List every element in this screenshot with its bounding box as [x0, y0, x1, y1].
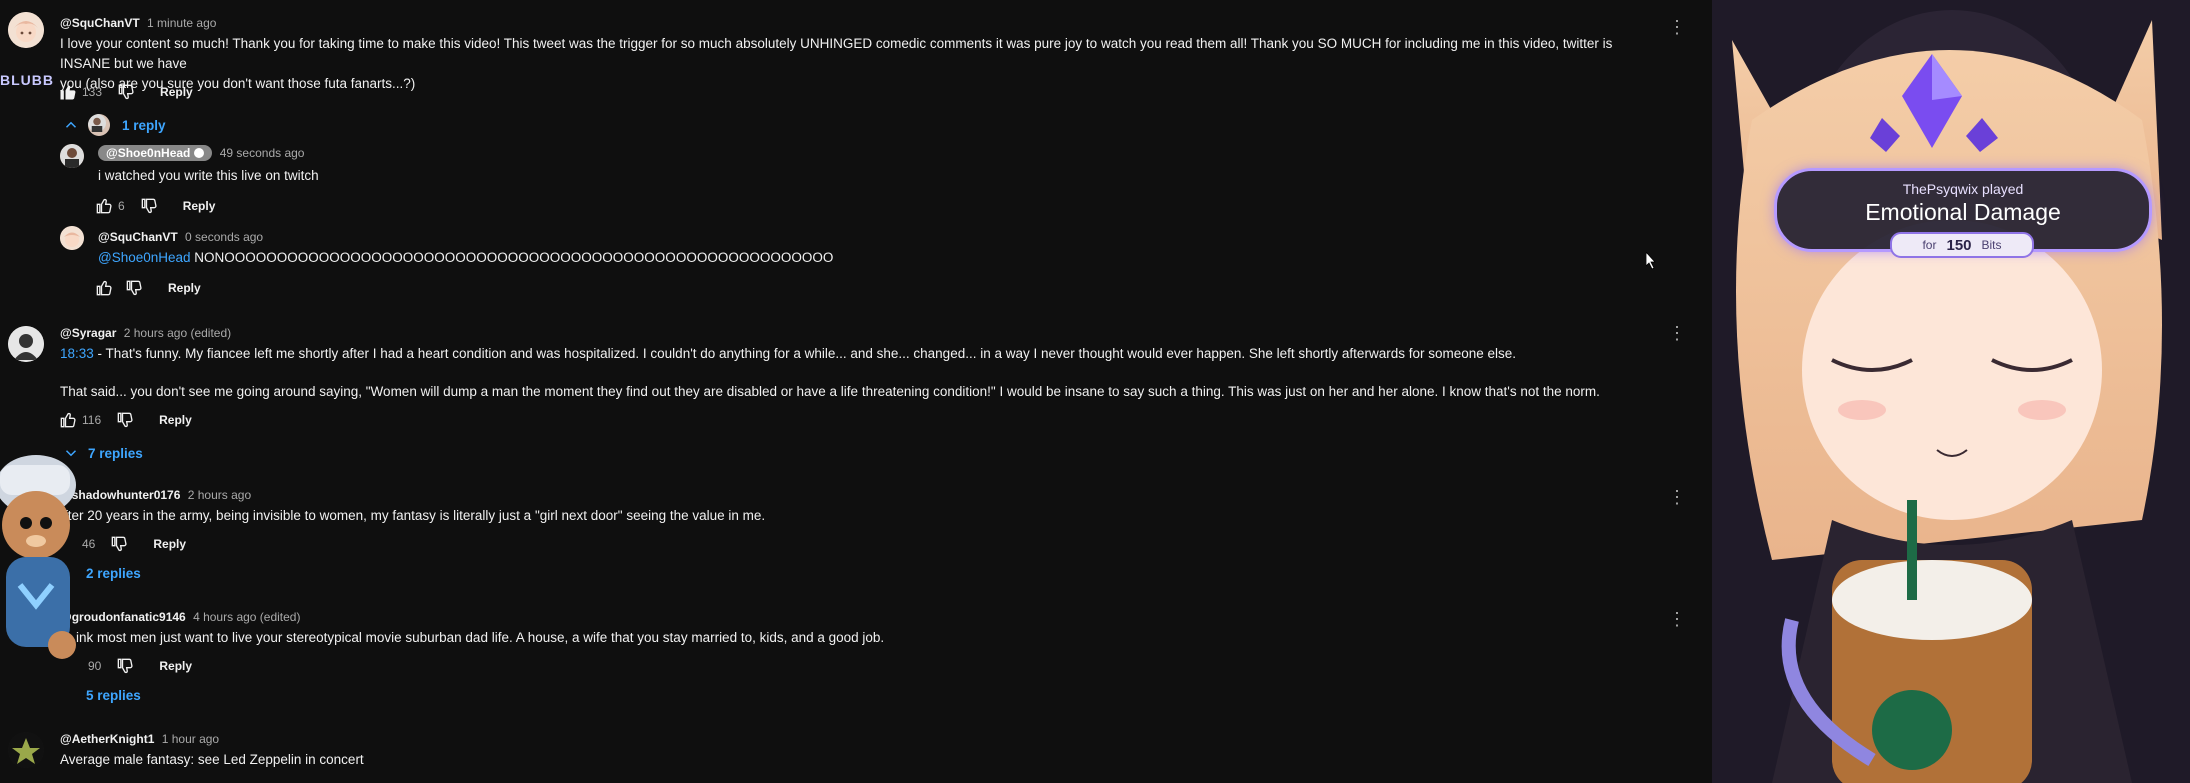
replies-toggle-label: 1 reply — [122, 117, 166, 133]
comment-actions: 90 Reply — [84, 654, 192, 678]
avatar[interactable] — [8, 12, 44, 48]
like-icon[interactable] — [94, 196, 114, 216]
dislike-icon[interactable] — [115, 656, 135, 676]
avatar[interactable] — [8, 326, 44, 362]
comment-timestamp[interactable]: 1 hour ago — [162, 732, 219, 746]
comments-section: @SquChanVT 1 minute ago I love your cont… — [0, 0, 1686, 783]
reply-button[interactable]: Reply — [183, 199, 216, 213]
comment-text: I love your content so much! Thank you f… — [60, 34, 1660, 94]
comment-text-line: That said... you don't see me going arou… — [60, 384, 1600, 399]
alert-subtitle: ThePsyqwix played — [1902, 181, 2024, 197]
like-count: 6 — [118, 199, 125, 213]
comment-text: ink most men just want to live your ster… — [76, 630, 885, 645]
timestamp-link[interactable]: 18:33 — [60, 346, 94, 361]
comment-actions: Reply — [94, 276, 201, 300]
comment-author[interactable]: @SquChanVT — [98, 230, 178, 244]
more-options-icon[interactable]: ⋮ — [1668, 610, 1686, 628]
crystal-crown-icon — [1870, 54, 1998, 152]
comment-author[interactable]: @SquChanVT — [60, 16, 140, 30]
avatar[interactable] — [60, 226, 84, 250]
like-icon[interactable] — [58, 82, 78, 102]
comment-timestamp[interactable]: 2 hours ago — [188, 488, 251, 502]
like-icon[interactable] — [94, 278, 114, 298]
comment-actions: 133 Reply — [58, 80, 193, 104]
bits-amount: 150 — [1946, 236, 1972, 254]
comment-actions: 116 Reply — [58, 408, 192, 432]
comment-author-chip[interactable]: @Shoe0nHead — [98, 145, 213, 161]
replies-toggle[interactable]: 1 reply — [62, 114, 166, 136]
comment-timestamp[interactable]: 1 minute ago — [147, 16, 216, 30]
comment-text: fter 20 years in the army, being invisib… — [64, 508, 766, 523]
comment-text-body: NONOOOOOOOOOOOOOOOOOOOOOOOOOOOOOOOOOOOOO… — [190, 250, 834, 265]
dislike-icon[interactable] — [115, 410, 135, 430]
chevron-up-icon — [65, 121, 77, 128]
replies-toggle[interactable]: 2 replies — [86, 566, 141, 581]
dislike-icon[interactable] — [116, 82, 136, 102]
reply-button[interactable]: Reply — [159, 413, 192, 427]
comment-author[interactable]: @Syragar — [60, 326, 116, 340]
like-icon[interactable] — [58, 410, 78, 430]
comment-author: @Shoe0nHead — [106, 146, 191, 160]
replies-toggle-label: 5 replies — [86, 688, 141, 703]
dislike-icon[interactable] — [109, 534, 129, 554]
comment-timestamp[interactable]: 49 seconds ago — [220, 146, 305, 160]
avatar[interactable] — [8, 732, 44, 768]
comment-text: 18:33 - That's funny. My fiancee left me… — [60, 344, 1660, 402]
mention-link[interactable]: @Shoe0nHead — [98, 250, 191, 265]
comment-text: i watched you write this live on twitch — [98, 168, 319, 183]
like-count: 116 — [82, 413, 102, 427]
more-options-icon[interactable]: ⋮ — [1668, 18, 1686, 36]
mouse-cursor-icon — [1646, 252, 1656, 270]
overlay-blubb-text: BLUBB — [0, 72, 54, 88]
comment-text-line: you (also are you sure you don't want th… — [60, 76, 416, 91]
reply-button[interactable]: Reply — [153, 537, 186, 551]
comment-timestamp[interactable]: 4 hours ago (edited) — [193, 610, 300, 624]
alert-title: Emotional Damage — [1865, 199, 2061, 225]
comment-text: @Shoe0nHead NONOOOOOOOOOOOOOOOOOOOOOOOOO… — [98, 248, 833, 268]
comment-actions: 6 Reply — [94, 194, 215, 218]
replies-toggle-label: 2 replies — [86, 566, 141, 581]
comment-text-line: I love your content so much! Thank you f… — [60, 36, 1613, 71]
mascot-bear-image — [0, 455, 76, 659]
reply-button[interactable]: Reply — [168, 281, 201, 295]
replies-toggle-label: 7 replies — [88, 445, 143, 461]
comment-text-line: - That's funny. My fiancee left me short… — [93, 346, 1517, 361]
comment-timestamp[interactable]: 0 seconds ago — [185, 230, 263, 244]
pill-for-label: for — [1922, 238, 1937, 252]
avatar — [88, 114, 110, 136]
reply-button[interactable]: Reply — [159, 659, 192, 673]
comment-timestamp[interactable]: 2 hours ago (edited) — [124, 326, 231, 340]
bits-amount-pill: for 150 Bits — [1890, 232, 2034, 258]
avatar[interactable] — [60, 144, 84, 168]
comment-author[interactable]: @AetherKnight1 — [60, 732, 154, 746]
like-count: 133 — [82, 85, 103, 99]
reply-button[interactable]: Reply — [160, 85, 193, 99]
comment-text: Average male fantasy: see Led Zeppelin i… — [60, 752, 364, 767]
replies-toggle[interactable]: 5 replies — [86, 688, 141, 703]
verified-icon — [194, 148, 205, 158]
dislike-icon[interactable] — [124, 278, 144, 298]
more-options-icon[interactable]: ⋮ — [1668, 488, 1686, 506]
pill-unit-label: Bits — [1981, 238, 2002, 252]
dislike-icon[interactable] — [139, 196, 159, 216]
more-options-icon[interactable]: ⋮ — [1668, 324, 1686, 342]
